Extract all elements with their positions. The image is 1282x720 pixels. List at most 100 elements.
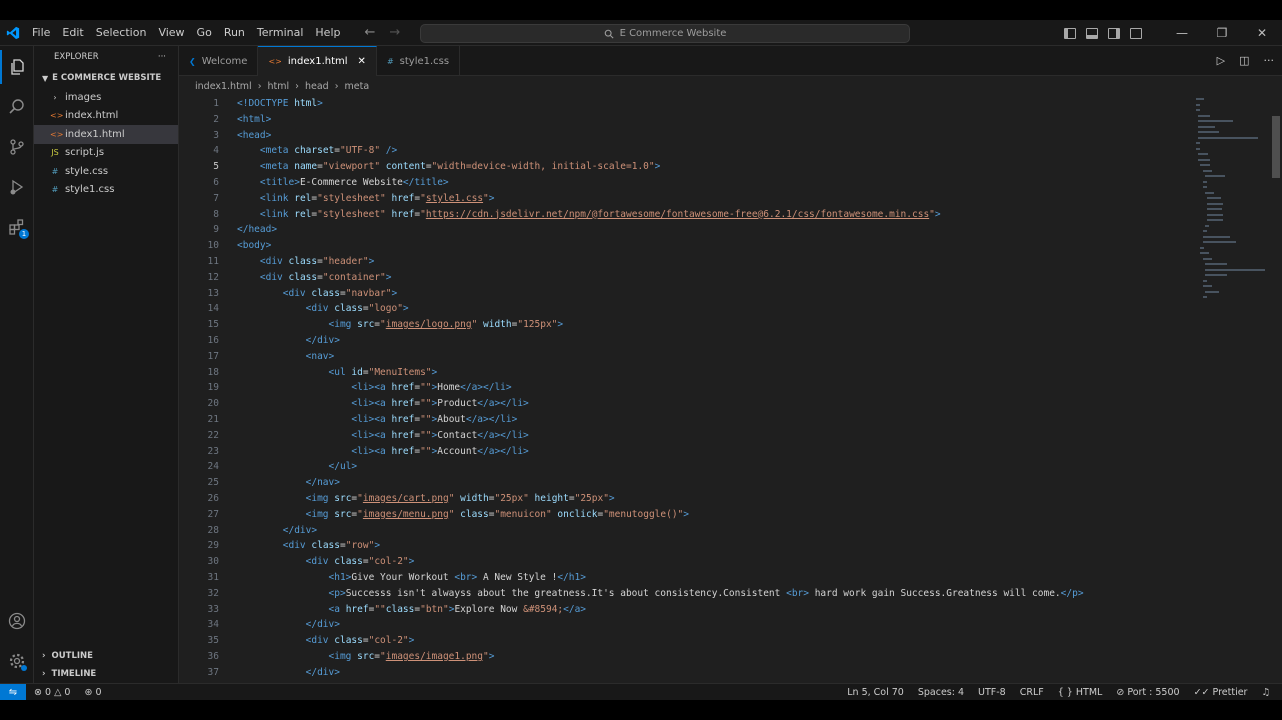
command-center-search[interactable]: E Commerce Website <box>420 24 910 43</box>
code-line[interactable]: </head> <box>237 222 1197 238</box>
accounts-icon[interactable] <box>0 604 34 638</box>
code-line[interactable]: <div class="container"> <box>237 270 1197 286</box>
code-line[interactable]: <meta charset="UTF-8" /> <box>237 143 1197 159</box>
vertical-scrollbar[interactable] <box>1272 116 1280 178</box>
menu-item-go[interactable]: Go <box>191 20 218 46</box>
explorer-more-button[interactable]: ··· <box>158 52 166 62</box>
tab-index1-html[interactable]: <> index1.html ✕ <box>258 46 377 76</box>
end-of-line[interactable]: CRLF <box>1020 687 1044 698</box>
breadcrumb-segment[interactable]: index1.html <box>195 81 252 92</box>
code-line[interactable]: </div> <box>237 617 1197 633</box>
workspace-folder[interactable]: ▼ E COMMERCE WEBSITE <box>34 68 178 88</box>
code-line[interactable]: <nav> <box>237 349 1197 365</box>
breadcrumb-segment[interactable]: meta <box>345 81 370 92</box>
problems-indicator[interactable]: ⊗ 0 △ 0 <box>34 687 70 698</box>
split-editor-icon[interactable]: ◫ <box>1239 54 1249 67</box>
file-item[interactable]: <> index.html <box>34 107 178 126</box>
code-lines[interactable]: <!DOCTYPE html> <html> <head> <meta charse… <box>237 96 1197 680</box>
explorer-icon[interactable] <box>0 50 34 84</box>
code-line[interactable]: <div class="navbar"> <box>237 286 1197 302</box>
indentation[interactable]: Spaces: 4 <box>918 687 964 698</box>
code-line[interactable]: </nav> <box>237 475 1197 491</box>
encoding[interactable]: UTF-8 <box>978 687 1006 698</box>
source-control-icon[interactable] <box>0 130 34 164</box>
customize-layout-icon[interactable] <box>1130 27 1142 39</box>
maximize-icon[interactable]: ❐ <box>1202 26 1242 40</box>
code-line[interactable]: </ul> <box>237 459 1197 475</box>
cursor-position[interactable]: Ln 5, Col 70 <box>847 687 904 698</box>
notifications-bell-icon[interactable]: ♫ <box>1261 687 1270 698</box>
menu-item-file[interactable]: File <box>26 20 56 46</box>
minimap[interactable] <box>1194 96 1269 496</box>
toggle-panel-icon[interactable] <box>1086 27 1098 39</box>
forward-arrow-icon[interactable]: → <box>389 25 400 40</box>
code-line[interactable]: <p>Successs isn't alwayss about the grea… <box>237 586 1197 602</box>
code-line[interactable]: <li><a href="">Home</a></li> <box>237 380 1197 396</box>
code-line[interactable]: <li><a href="">Account</a></li> <box>237 444 1197 460</box>
menu-item-run[interactable]: Run <box>218 20 251 46</box>
breadcrumb-segment[interactable]: head <box>305 81 329 92</box>
code-editor[interactable]: 1 2 3 4 5 6 7 8 9 10 11 12 13 14 15 16 17 18 19 20 21 22 23 24 2… <box>179 96 1282 683</box>
folder-item[interactable]: › images <box>34 88 178 107</box>
extensions-icon[interactable]: 1 <box>0 210 34 244</box>
minimize-icon[interactable]: — <box>1162 26 1202 40</box>
language-mode[interactable]: { } HTML <box>1058 687 1103 698</box>
close-window-icon[interactable]: ✕ <box>1242 26 1282 40</box>
code-line[interactable]: <li><a href="">Product</a></li> <box>237 396 1197 412</box>
code-line[interactable]: <img src="images/image1.png"> <box>237 649 1197 665</box>
code-line[interactable]: <ul id="MenuItems"> <box>237 365 1197 381</box>
code-line[interactable]: <div class="logo"> <box>237 301 1197 317</box>
code-line[interactable]: <div class="row"> <box>237 538 1197 554</box>
search-activity-icon[interactable] <box>0 90 34 124</box>
back-arrow-icon[interactable]: ← <box>364 25 375 40</box>
code-line[interactable]: <img src="images/logo.png" width="125px"… <box>237 317 1197 333</box>
code-line[interactable]: </div> <box>237 665 1197 681</box>
section-outline[interactable]: › OUTLINE <box>34 647 179 665</box>
section-timeline[interactable]: › TIMELINE <box>34 665 179 683</box>
warning-icon: △ <box>54 686 62 698</box>
code-line[interactable]: <link rel="stylesheet" href="style1.css"… <box>237 191 1197 207</box>
tab-style1-css[interactable]: # style1.css <box>377 46 461 76</box>
menu-item-help[interactable]: Help <box>309 20 346 46</box>
ports-indicator[interactable]: ⊛ 0 <box>84 687 101 698</box>
close-tab-icon[interactable]: ✕ <box>358 56 366 67</box>
breadcrumb-segment[interactable]: html <box>268 81 290 92</box>
code-line[interactable]: <body> <box>237 238 1197 254</box>
code-line[interactable]: </div> <box>237 523 1197 539</box>
tab-welcome[interactable]: ❮ Welcome <box>179 46 259 76</box>
menu-item-terminal[interactable]: Terminal <box>251 20 310 46</box>
code-line[interactable]: <!DOCTYPE html> <box>237 96 1197 112</box>
remote-indicator-icon[interactable]: ⇋ <box>0 683 26 701</box>
code-line[interactable]: <h1>Give Your Workout <br> A New Style !… <box>237 570 1197 586</box>
code-line[interactable]: <img src="images/cart.png" width="25px" … <box>237 491 1197 507</box>
code-line[interactable]: <div class="col-2"> <box>237 554 1197 570</box>
run-icon[interactable]: ▷ <box>1217 54 1225 67</box>
menu-item-edit[interactable]: Edit <box>56 20 89 46</box>
more-actions-icon[interactable]: ··· <box>1264 54 1275 67</box>
code-line[interactable]: <html> <box>237 112 1197 128</box>
code-line[interactable]: <head> <box>237 128 1197 144</box>
code-line[interactable]: <meta name="viewport" content="width=dev… <box>237 159 1197 175</box>
settings-gear-icon[interactable] <box>0 644 34 678</box>
code-line[interactable]: <img src="images/menu.png" class="menuic… <box>237 507 1197 523</box>
toggle-secondary-sidebar-icon[interactable] <box>1108 27 1120 39</box>
file-item[interactable]: JS script.js <box>34 144 178 163</box>
live-server-port[interactable]: ⊘ Port : 5500 <box>1116 687 1179 698</box>
code-line[interactable]: <a href=""class="btn">Explore Now &#8594… <box>237 602 1197 618</box>
code-line[interactable]: <div class="col-2"> <box>237 633 1197 649</box>
code-line[interactable]: <link rel="stylesheet" href="https://cdn… <box>237 207 1197 223</box>
prettier-status[interactable]: ✓✓ Prettier <box>1194 687 1248 698</box>
code-line[interactable]: <li><a href="">Contact</a></li> <box>237 428 1197 444</box>
code-line[interactable]: </div> <box>237 333 1197 349</box>
file-item[interactable]: <> index1.html <box>34 125 178 144</box>
run-debug-icon[interactable] <box>0 170 34 204</box>
file-item[interactable]: # style.css <box>34 162 178 181</box>
code-line[interactable]: <title>E-Commerce Website</title> <box>237 175 1197 191</box>
code-line[interactable]: <div class="header"> <box>237 254 1197 270</box>
file-item[interactable]: # style1.css <box>34 181 178 200</box>
toggle-primary-sidebar-icon[interactable] <box>1064 27 1076 39</box>
menu-item-view[interactable]: View <box>152 20 190 46</box>
code-line[interactable]: <li><a href="">About</a></li> <box>237 412 1197 428</box>
menu-item-selection[interactable]: Selection <box>90 20 153 46</box>
minimap-line <box>1204 290 1220 293</box>
